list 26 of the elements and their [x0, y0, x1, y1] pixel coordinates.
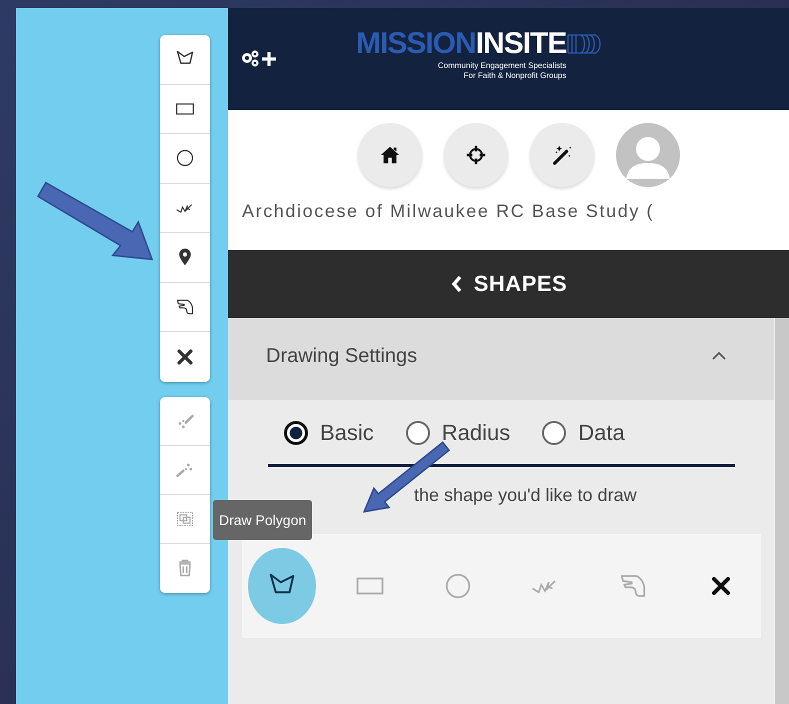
- nav-button[interactable]: [444, 123, 508, 187]
- close-icon: [175, 346, 195, 367]
- section-title[interactable]: SHAPES: [474, 271, 568, 297]
- radio-button[interactable]: [284, 421, 308, 445]
- accordion-header[interactable]: Drawing Settings: [228, 318, 775, 400]
- radio-label[interactable]: Basic: [320, 420, 374, 446]
- logo-tagline: For Faith & Nonprofit Groups: [464, 71, 566, 81]
- radio-button[interactable]: [406, 421, 430, 445]
- radio-label[interactable]: Data: [578, 420, 625, 446]
- back-chevron-icon: [450, 275, 464, 293]
- scrollbar[interactable]: [774, 318, 789, 704]
- radio-label[interactable]: Radius: [442, 420, 510, 446]
- tooltip: Draw Polygon: [213, 500, 312, 540]
- circle-icon: [175, 148, 195, 168]
- logo-tagline: Community Engagement Specialists: [438, 61, 566, 71]
- radio-button[interactable]: [542, 421, 566, 445]
- accordion-title: Drawing Settings: [266, 344, 418, 368]
- logo-text: INSITE: [476, 27, 566, 61]
- settings-add-icon: [240, 49, 278, 69]
- instruction-text: the shape you'd like to draw: [414, 485, 638, 506]
- home-icon: [378, 144, 400, 166]
- nav-button[interactable]: [358, 123, 422, 187]
- crosshair-icon: [464, 144, 486, 166]
- magic-wand-icon: [550, 144, 572, 166]
- logo-text: MISSION: [356, 27, 476, 61]
- study-title: Archdiocese of Milwaukee RC Base Study (: [242, 201, 654, 222]
